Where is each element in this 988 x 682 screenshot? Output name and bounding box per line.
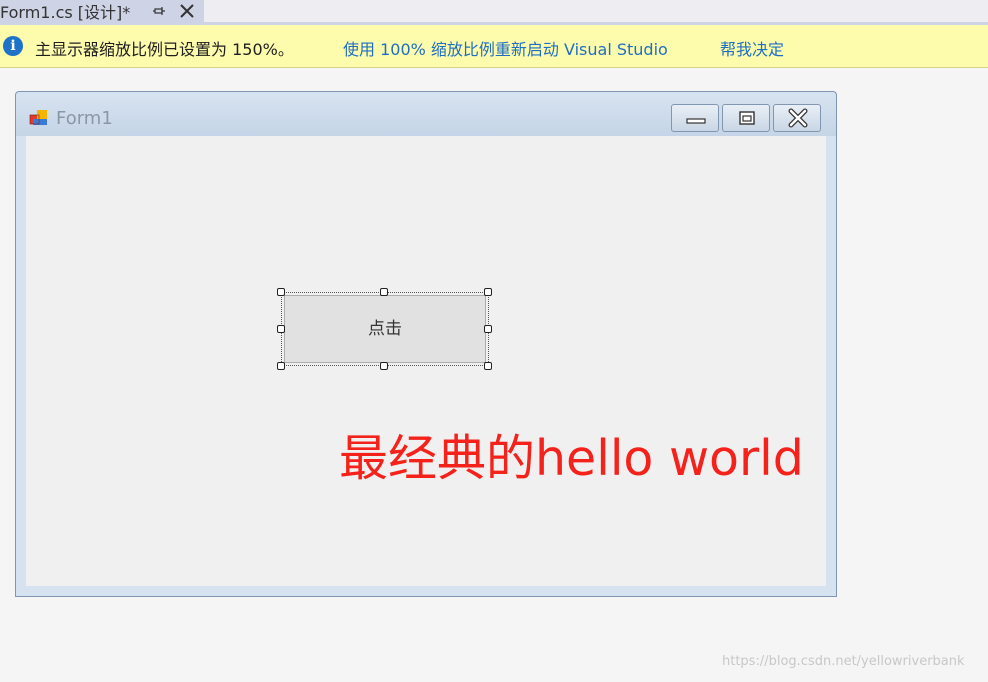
- document-tab-title: Form1.cs [设计]*: [0, 3, 131, 22]
- resize-handle-left[interactable]: [277, 325, 285, 333]
- resize-handle-top[interactable]: [380, 288, 388, 296]
- minimize-icon: [686, 118, 706, 124]
- resize-handle-bottom[interactable]: [380, 362, 388, 370]
- document-tab-form1-design[interactable]: Form1.cs [设计]*: [0, 0, 204, 22]
- form1-designer-window[interactable]: Form1 点击 最经典的hello world: [15, 91, 837, 597]
- hello-world-label[interactable]: 最经典的hello world: [339, 419, 804, 490]
- maximize-icon: [739, 111, 755, 125]
- dpi-info-bar: i 主显示器缩放比例已设置为 150%。 使用 100% 缩放比例重新启动 Vi…: [0, 25, 988, 68]
- form-close-button[interactable]: [773, 104, 821, 132]
- form-title: Form1: [56, 108, 113, 129]
- watermark: https://blog.csdn.net/yellowriverbank: [722, 654, 965, 669]
- resize-handle-bottom-left[interactable]: [277, 362, 285, 370]
- form-app-icon: [29, 108, 49, 128]
- document-tab-strip: Form1.cs [设计]*: [0, 0, 988, 25]
- form-client-area[interactable]: 点击 最经典的hello world: [26, 136, 826, 586]
- resize-handle-top-right[interactable]: [484, 288, 492, 296]
- resize-handle-top-left[interactable]: [277, 288, 285, 296]
- info-icon: i: [3, 36, 23, 56]
- close-icon: [788, 108, 808, 128]
- info-message: 主显示器缩放比例已设置为 150%。: [35, 40, 294, 59]
- click-button[interactable]: 点击: [284, 295, 486, 363]
- resize-handle-bottom-right[interactable]: [484, 362, 492, 370]
- form-titlebar: Form1: [16, 92, 836, 136]
- restart-at-100-link[interactable]: 使用 100% 缩放比例重新启动 Visual Studio: [343, 36, 668, 60]
- minimize-button[interactable]: [671, 104, 719, 132]
- maximize-button[interactable]: [722, 104, 770, 132]
- pin-icon[interactable]: [152, 3, 166, 19]
- resize-handle-right[interactable]: [484, 325, 492, 333]
- close-icon[interactable]: [179, 2, 195, 20]
- help-me-decide-link[interactable]: 帮我决定: [720, 36, 784, 60]
